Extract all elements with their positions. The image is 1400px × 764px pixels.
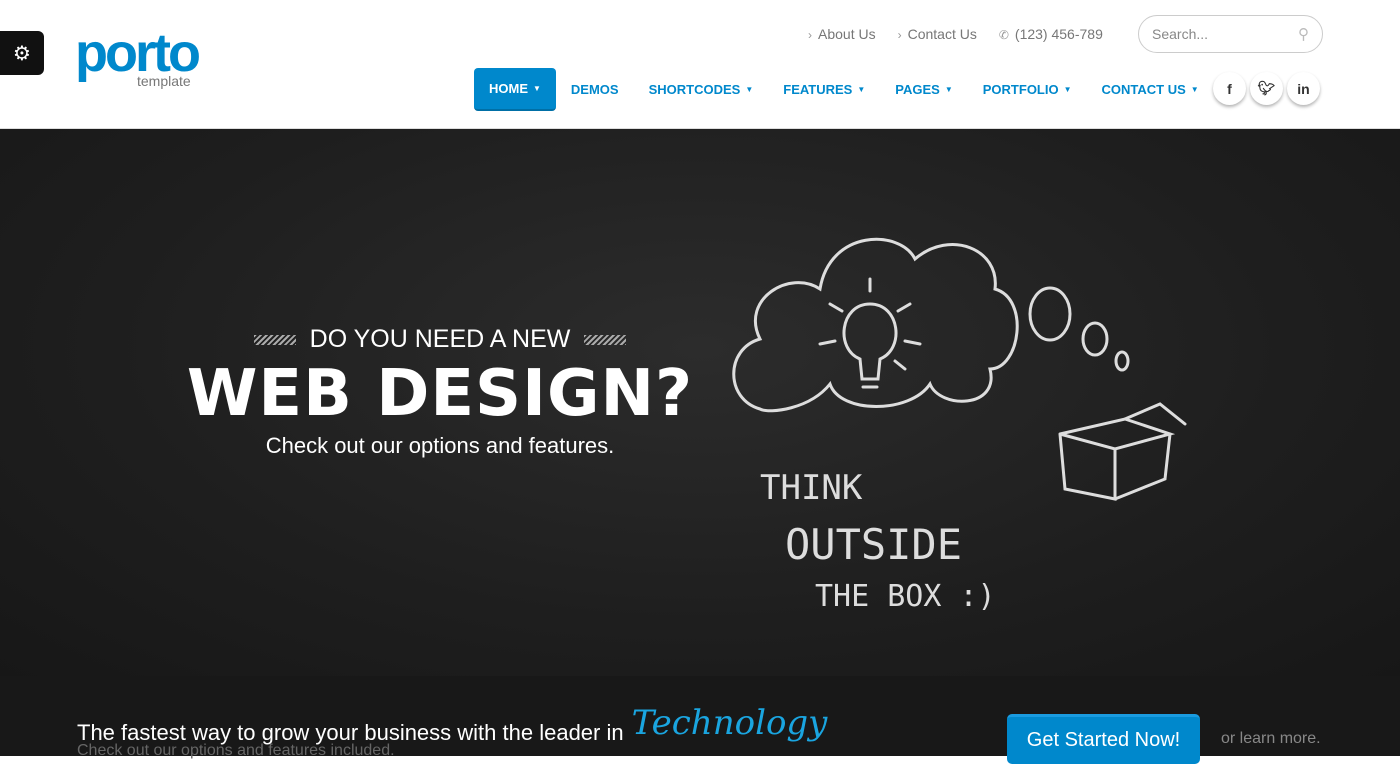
caret-down-icon: ▼ <box>1063 85 1072 94</box>
call-to-action: The fastest way to grow your business wi… <box>0 676 1400 764</box>
nav-demos[interactable]: DEMOS <box>556 68 634 111</box>
caret-down-icon: ▼ <box>745 85 754 94</box>
chevron-right-icon: › <box>897 28 902 42</box>
chalk-text-think: THINK <box>760 468 863 508</box>
get-started-button[interactable]: Get Started Now! <box>1007 714 1200 764</box>
learn-more-link[interactable]: or learn more. <box>1221 730 1321 748</box>
about-us-link[interactable]: › About Us <box>808 26 876 42</box>
linkedin-icon[interactable]: in <box>1287 72 1320 105</box>
cta-subtext: Check out our options and features inclu… <box>77 742 395 759</box>
logo-word: porto <box>75 23 201 83</box>
chevron-right-icon: › <box>808 28 812 42</box>
caret-down-icon: ▼ <box>944 85 953 94</box>
twitter-icon[interactable]: 🐦︎ <box>1250 72 1283 105</box>
decor-stripe <box>253 334 296 345</box>
caret-down-icon: ▼ <box>1190 85 1199 94</box>
social-links: f 🐦︎ in <box>1213 72 1320 105</box>
settings-gear-icon[interactable]: ⚙ <box>0 31 44 75</box>
chalk-text-the-box: THE BOX :) <box>815 579 996 614</box>
lightbulb-icon <box>818 277 922 389</box>
facebook-icon[interactable]: f <box>1213 72 1246 105</box>
contact-us-link[interactable]: › Contact Us <box>898 26 977 42</box>
nav-features[interactable]: FEATURES ▼ <box>768 68 880 111</box>
caret-down-icon: ▼ <box>533 84 541 93</box>
nav-shortcodes[interactable]: SHORTCODES ▼ <box>634 68 769 111</box>
hero-slider: DO YOU NEED A NEW WEB DESIGN? Check out … <box>0 129 1400 676</box>
nav-home[interactable]: HOME ▼ <box>474 68 556 111</box>
phone-icon: ✆ <box>998 28 1009 42</box>
nav-contact-us[interactable]: CONTACT US ▼ <box>1087 68 1214 111</box>
box-icon <box>1058 402 1187 501</box>
search-input[interactable]: Search... ⚲ <box>1138 15 1323 53</box>
decor-stripe <box>584 334 627 345</box>
main-nav: HOME ▼ DEMOS SHORTCODES ▼ FEATURES ▼ PAGES ▼… <box>474 68 1214 111</box>
thought-cloud-icon <box>732 237 1019 413</box>
caret-down-icon: ▼ <box>857 85 866 94</box>
nav-pages[interactable]: PAGES ▼ <box>880 68 967 111</box>
phone: ✆ (123) 456-789 <box>998 26 1103 42</box>
logo-sub: template <box>137 73 191 89</box>
search-icon[interactable]: ⚲ <box>1298 25 1309 43</box>
nav-portfolio[interactable]: PORTFOLIO ▼ <box>968 68 1087 111</box>
cta-highlight: Technology <box>631 703 828 743</box>
top-links: › About Us › Contact Us ✆ (123) 456-789 <box>808 26 1103 42</box>
header: ⚙ porto template › About Us › Contact Us ✆… <box>0 0 1400 129</box>
chalk-drawing: THINK OUTSIDE THE BOX :) <box>732 237 1187 614</box>
chalk-text-outside: OUTSIDE <box>785 520 962 569</box>
logo[interactable]: porto template <box>75 23 201 89</box>
